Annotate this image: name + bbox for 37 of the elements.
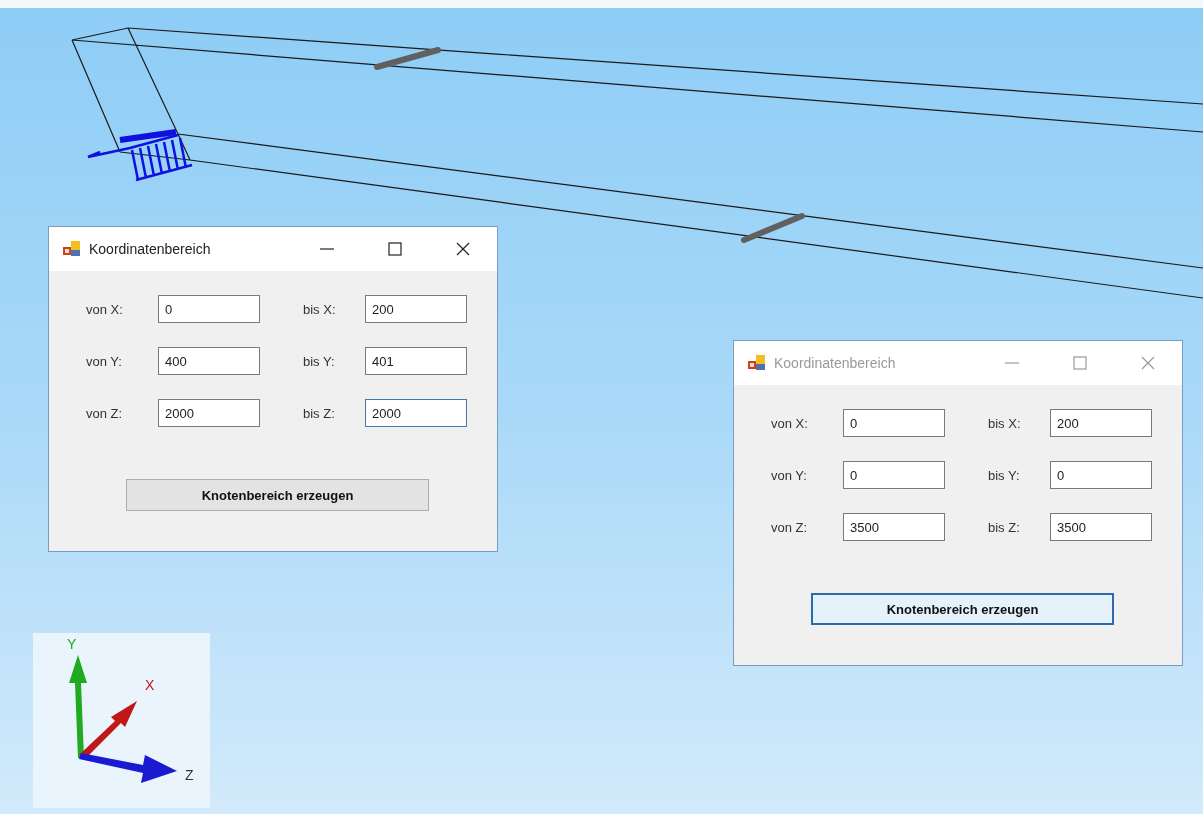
field-label: bis Y: [303, 353, 336, 369]
app-icon [63, 241, 81, 257]
input-field[interactable]: 0 [843, 409, 945, 437]
field-label: bis X: [303, 301, 337, 317]
maximize-icon[interactable] [387, 241, 403, 257]
input-field[interactable]: 0 [1050, 461, 1152, 489]
field-label: bis X: [988, 415, 1022, 431]
input-field[interactable]: 3500 [843, 513, 945, 541]
field-label: bis Z: [303, 405, 336, 421]
input-field[interactable]: 0 [158, 295, 260, 323]
input-field[interactable]: 0 [843, 461, 945, 489]
input-field[interactable]: 200 [365, 295, 467, 323]
app-icon [748, 355, 766, 371]
window-title: Koordinatenbereich [89, 241, 211, 257]
field-label: von Y: [771, 467, 808, 483]
input-field[interactable]: 2000 [365, 399, 467, 427]
input-field[interactable]: 3500 [1050, 513, 1152, 541]
axis-label: Y [67, 636, 77, 652]
window-title: Koordinatenbereich [774, 355, 896, 371]
field-label: von Z: [771, 519, 809, 535]
axis-label: X [145, 677, 155, 693]
field-label: bis Z: [988, 519, 1021, 535]
field-label: von Y: [86, 353, 123, 369]
support-bar [741, 213, 805, 243]
support-bar [374, 47, 441, 70]
close-icon[interactable] [455, 241, 471, 257]
input-field[interactable]: 400 [158, 347, 260, 375]
field-label: von X: [86, 301, 124, 317]
axis-label: Z [185, 767, 194, 783]
create-button[interactable]: Knotenbereich erzeugen [811, 593, 1114, 625]
input-field[interactable]: 200 [1050, 409, 1152, 437]
create-button[interactable]: Knotenbereich erzeugen [126, 479, 429, 511]
input-field[interactable]: 2000 [158, 399, 260, 427]
field-label: von X: [771, 415, 809, 431]
input-field[interactable]: 401 [365, 347, 467, 375]
field-label: von Z: [86, 405, 124, 421]
field-label: bis Y: [988, 467, 1021, 483]
